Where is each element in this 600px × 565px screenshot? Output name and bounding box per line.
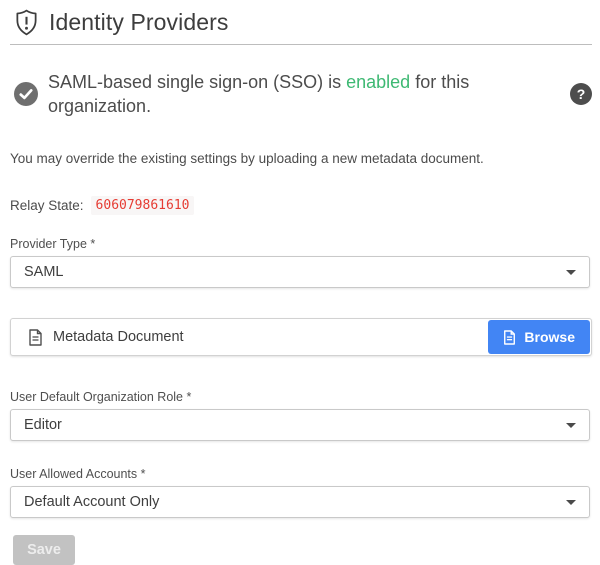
- default-role-select[interactable]: Editor: [10, 409, 590, 441]
- question-circle-icon[interactable]: ?: [570, 83, 592, 105]
- allowed-accounts-value: Default Account Only: [24, 494, 159, 510]
- allowed-accounts-label: User Allowed Accounts *: [10, 467, 590, 482]
- provider-type-label: Provider Type *: [10, 237, 590, 252]
- check-circle-icon: [14, 82, 38, 106]
- page-title: Identity Providers: [49, 9, 229, 36]
- chevron-down-icon: [566, 270, 576, 275]
- provider-type-field: Provider Type * SAML: [10, 237, 590, 288]
- chevron-down-icon: [566, 423, 576, 428]
- document-icon: [503, 330, 516, 345]
- allowed-accounts-select[interactable]: Default Account Only: [10, 486, 590, 518]
- relay-state-label: Relay State:: [10, 198, 84, 213]
- browse-button-label: Browse: [524, 329, 575, 345]
- relay-state-row: Relay State: 606079861610: [10, 196, 590, 215]
- provider-type-select[interactable]: SAML: [10, 256, 590, 288]
- override-description: You may override the existing settings b…: [10, 150, 590, 168]
- relay-state-value: 606079861610: [91, 196, 195, 215]
- sso-status-text-before: SAML-based single sign-on (SSO) is: [48, 72, 346, 92]
- shield-exclamation-icon: [14, 9, 39, 36]
- sso-enabled-highlight: enabled: [346, 72, 410, 92]
- identity-providers-page: Identity Providers SAML-based single sig…: [0, 0, 600, 552]
- default-role-field: User Default Organization Role * Editor: [10, 390, 590, 441]
- default-role-value: Editor: [24, 417, 62, 433]
- metadata-upload-field[interactable]: Metadata Document Browse: [10, 318, 592, 356]
- sso-status-text: SAML-based single sign-on (SSO) is enabl…: [48, 70, 570, 118]
- page-header: Identity Providers: [10, 0, 592, 45]
- chevron-down-icon: [566, 500, 576, 505]
- browse-button[interactable]: Browse: [488, 320, 590, 354]
- document-icon: [28, 329, 43, 346]
- allowed-accounts-field: User Allowed Accounts * Default Account …: [10, 467, 590, 518]
- default-role-label: User Default Organization Role *: [10, 390, 590, 405]
- metadata-document-label: Metadata Document: [53, 329, 184, 345]
- sso-status-banner: SAML-based single sign-on (SSO) is enabl…: [14, 70, 592, 118]
- provider-type-value: SAML: [24, 264, 64, 280]
- save-button[interactable]: Save: [13, 535, 75, 565]
